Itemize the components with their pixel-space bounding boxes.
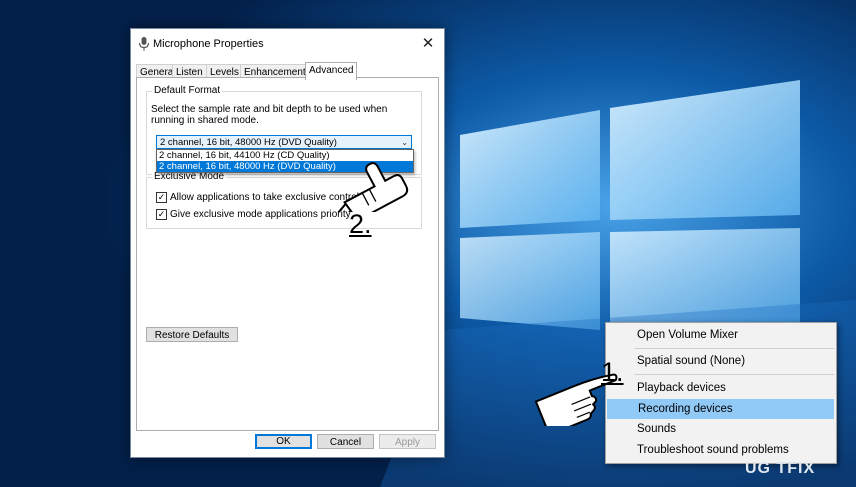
menu-item-recording-devices[interactable]: Recording devices xyxy=(607,399,834,419)
sample-rate-select[interactable]: 2 channel, 16 bit, 48000 Hz (DVD Quality… xyxy=(156,135,412,149)
chevron-down-icon: ⌄ xyxy=(401,138,408,147)
step-1-label: 1. xyxy=(601,357,624,387)
check-icon: ✓ xyxy=(156,192,167,203)
watermark-logo: UG TFIX xyxy=(745,460,816,477)
step-2-label: 2. xyxy=(349,209,372,239)
default-format-legend: Default Format xyxy=(152,85,223,96)
microphone-icon xyxy=(138,37,150,51)
menu-item-spatial-sound[interactable]: Spatial sound (None) xyxy=(606,351,836,371)
default-format-description: Select the sample rate and bit depth to … xyxy=(151,104,388,126)
menu-separator xyxy=(634,374,834,375)
menu-item-open-volume-mixer[interactable]: Open Volume Mixer xyxy=(606,325,836,345)
restore-defaults-button[interactable]: Restore Defaults xyxy=(146,327,238,342)
dialog-title: Microphone Properties xyxy=(153,38,264,50)
check-icon: ✓ xyxy=(156,209,167,220)
exclusive-priority-label: Give exclusive mode applications priorit… xyxy=(170,209,351,220)
title-bar: Microphone Properties ✕ xyxy=(131,29,444,59)
menu-item-troubleshoot[interactable]: Troubleshoot sound problems xyxy=(606,440,836,460)
menu-separator xyxy=(634,348,834,349)
sample-rate-selected-value: 2 channel, 16 bit, 48000 Hz (DVD Quality… xyxy=(160,137,337,148)
cancel-button[interactable]: Cancel xyxy=(317,434,374,449)
apply-button: Apply xyxy=(379,434,436,449)
menu-item-playback-devices[interactable]: Playback devices xyxy=(606,378,836,398)
menu-item-sounds[interactable]: Sounds xyxy=(606,419,836,439)
sound-context-menu: Open Volume Mixer Spatial sound (None) P… xyxy=(605,322,837,464)
ok-button[interactable]: OK xyxy=(255,434,312,449)
microphone-properties-dialog: Microphone Properties ✕ General Listen L… xyxy=(130,28,445,458)
tab-advanced[interactable]: Advanced xyxy=(305,62,358,80)
hand-pointer-icon xyxy=(337,162,409,212)
close-icon[interactable]: ✕ xyxy=(412,29,444,59)
